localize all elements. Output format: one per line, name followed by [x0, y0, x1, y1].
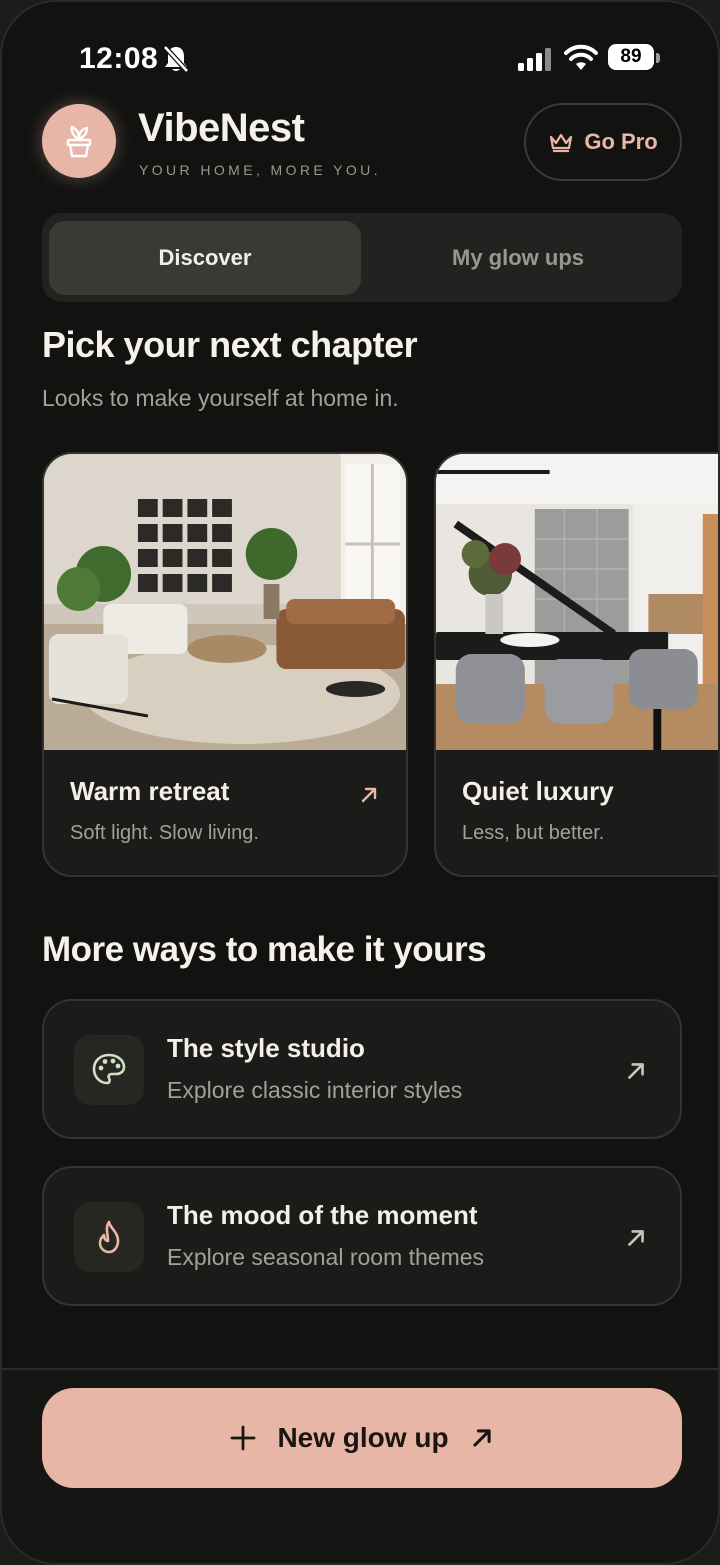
flame-icon [98, 1220, 120, 1254]
app-logo [42, 104, 116, 178]
arrow-up-right-icon [361, 787, 377, 803]
card-title: Warm retreat [70, 776, 230, 806]
plant-pot-icon [66, 125, 92, 158]
go-pro-label: Go Pro [584, 129, 658, 154]
style-studio-item[interactable]: The style studio Explore classic interio… [42, 999, 682, 1139]
cellular-signal-icon [517, 48, 553, 77]
row-title: The style studio [167, 1033, 365, 1063]
crown-icon [550, 133, 573, 153]
row-subtitle: Explore classic interior styles [167, 1077, 463, 1103]
new-glow-up-label: New glow up [277, 1422, 449, 1453]
battery-tip [656, 53, 660, 63]
palette-icon-tile [74, 1035, 144, 1105]
style-card-warm-retreat[interactable]: Warm retreat Soft light. Slow living. [42, 452, 408, 877]
row-subtitle: Explore seasonal room themes [167, 1244, 485, 1270]
app-screen: 12:08 89 VibeNest YOUR HOME, MORE YOU. G… [0, 0, 720, 1565]
arrow-up-right-icon [472, 1429, 491, 1447]
section-title: Pick your next chapter [42, 324, 418, 365]
arrow-up-right-icon [628, 1063, 644, 1079]
mood-of-moment-item[interactable]: The mood of the moment Explore seasonal … [42, 1166, 682, 1306]
app-tagline: YOUR HOME, MORE YOU. [139, 162, 381, 178]
tab-discover[interactable]: Discover [49, 221, 361, 295]
style-card-quiet-luxury[interactable]: Quiet luxury Less, but better. [434, 452, 718, 877]
dining-room-image [436, 454, 718, 750]
wifi-icon [564, 44, 598, 77]
battery-level: 89 [608, 44, 654, 70]
tab-bar: Discover My glow ups [42, 213, 682, 302]
card-subtitle: Soft light. Slow living. [70, 822, 259, 844]
status-time: 12:08 [79, 42, 159, 75]
plus-icon [231, 1425, 256, 1451]
palette-icon [92, 1053, 126, 1085]
living-room-image [44, 454, 406, 750]
arrow-up-right-icon [628, 1230, 644, 1246]
bell-muted-icon [162, 44, 190, 79]
go-pro-button[interactable]: Go Pro [524, 103, 682, 181]
card-subtitle: Less, but better. [462, 822, 605, 844]
new-glow-up-button[interactable]: New glow up [42, 1388, 682, 1488]
app-title: VibeNest [138, 106, 305, 150]
flame-icon-tile [74, 1202, 144, 1272]
row-title: The mood of the moment [167, 1200, 478, 1230]
more-section-title: More ways to make it yours [42, 930, 487, 969]
tab-my-glow-ups[interactable]: My glow ups [362, 221, 674, 295]
status-bar: 12:08 89 [2, 40, 718, 84]
section-subtitle: Looks to make yourself at home in. [42, 385, 399, 411]
card-title: Quiet luxury [462, 776, 614, 806]
